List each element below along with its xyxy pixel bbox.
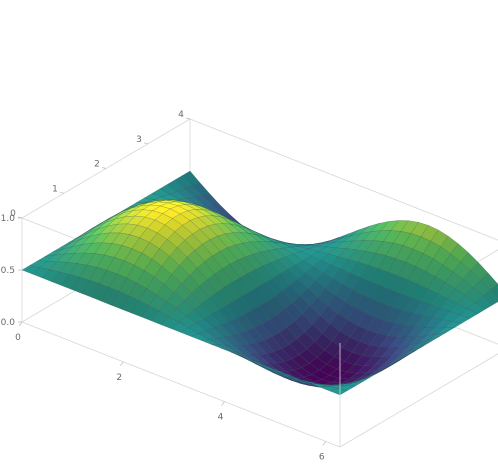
x-tick-label: 6	[319, 452, 325, 462]
surface-plot: 0246012340.00.51.0	[1, 110, 498, 462]
x-tick-label: 2	[116, 373, 122, 383]
y-tick-mark	[101, 167, 107, 169]
y-tick-mark	[143, 142, 149, 145]
y-tick-label: 1	[52, 184, 58, 194]
y-tick-label: 2	[94, 160, 100, 170]
x-tick-mark	[18, 321, 23, 327]
z-tick-label: 0.5	[1, 266, 15, 276]
x-tick-mark	[221, 401, 225, 406]
y-tick-mark	[59, 191, 65, 194]
x-tick-mark	[322, 441, 327, 446]
surface	[21, 170, 498, 396]
z-tick-label: 0.0	[1, 318, 16, 328]
z-tick-label: 1.0	[1, 214, 16, 224]
y-tick-label: 4	[178, 110, 184, 120]
y-tick-mark	[185, 117, 191, 120]
x-tick-mark	[120, 361, 124, 367]
x-tick-label: 0	[15, 333, 21, 343]
x-tick-label: 4	[218, 413, 224, 423]
y-tick-label: 3	[136, 135, 142, 145]
